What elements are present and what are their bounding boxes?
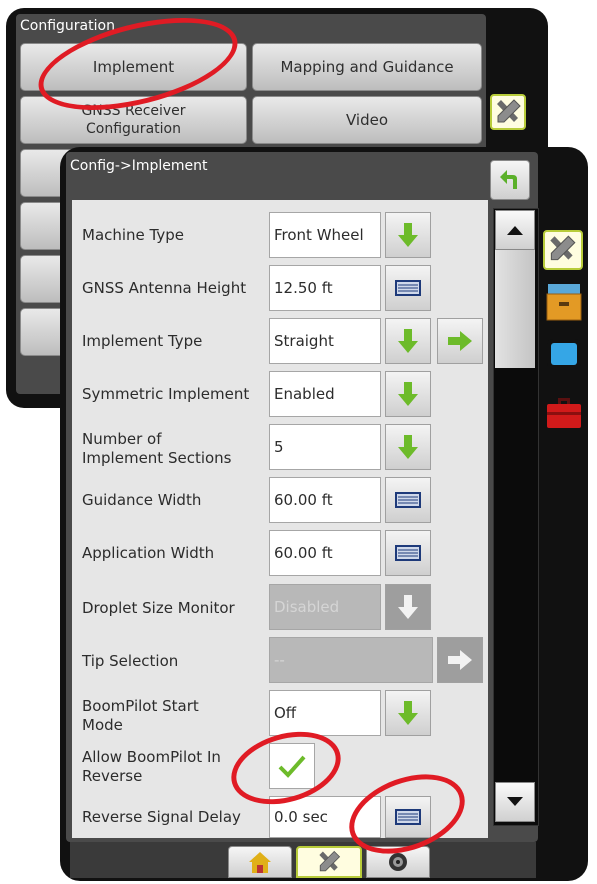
machine-type-value: Front Wheel	[269, 212, 381, 258]
home-icon	[249, 852, 271, 873]
down-arrow-icon	[398, 223, 418, 247]
boompilot-start-mode-value: Off	[269, 690, 381, 736]
scrollbar-thumb[interactable]	[495, 250, 535, 368]
tip-selection-label: Tip Selection	[82, 652, 179, 670]
machine-type-label: Machine Type	[82, 226, 185, 244]
allow-boompilot-reverse-label: Allow BoomPilot In Reverse	[82, 748, 221, 785]
configuration-title: Configuration	[20, 18, 115, 34]
drawer-tab[interactable]	[545, 282, 583, 322]
guidance-width-label: Guidance Width	[82, 491, 202, 509]
down-arrow-icon	[398, 701, 418, 725]
down-arrow-icon	[398, 435, 418, 459]
number-of-sections-value: 5	[269, 424, 381, 470]
tip-selection-value: --	[269, 637, 433, 683]
machine-type-dropdown[interactable]	[385, 212, 431, 258]
implement-type-dropdown[interactable]	[385, 318, 431, 364]
up-triangle-icon	[507, 226, 523, 235]
gnss-antenna-height-value: 12.50 ft	[269, 265, 381, 311]
droplet-size-monitor-value: Disabled	[269, 584, 381, 630]
number-of-sections-dropdown[interactable]	[385, 424, 431, 470]
symmetric-implement-dropdown[interactable]	[385, 371, 431, 417]
keyboard-icon	[395, 545, 421, 561]
down-arrow-icon	[398, 595, 418, 619]
down-arrow-icon	[398, 382, 418, 406]
guidance-width-value: 60.00 ft	[269, 477, 381, 523]
tools-icon	[550, 235, 576, 261]
tip-selection-next[interactable]	[437, 637, 483, 683]
display-icon	[547, 339, 581, 369]
camera-icon	[389, 853, 407, 871]
implement-type-label: Implement Type	[82, 332, 203, 350]
mapping-guidance-button[interactable]: Mapping and Guidance	[252, 43, 482, 91]
gnss-antenna-height-label: GNSS Antenna Height	[82, 279, 247, 297]
drawer-icon	[546, 284, 582, 321]
video-button[interactable]: Video	[252, 96, 482, 144]
application-width-value: 60.00 ft	[269, 530, 381, 576]
keyboard-icon	[395, 492, 421, 508]
implement-title: Config->Implement	[70, 158, 208, 174]
keyboard-icon	[395, 280, 421, 296]
gnss-antenna-height-keyboard[interactable]	[385, 265, 431, 311]
tools-tab[interactable]	[543, 230, 583, 270]
guidance-width-keyboard[interactable]	[385, 477, 431, 523]
scroll-up-button[interactable]	[495, 210, 535, 250]
symmetric-implement-label: Symmetric Implement	[82, 385, 250, 403]
toolbox-tab[interactable]	[545, 392, 583, 430]
scroll-down-button[interactable]	[495, 782, 535, 822]
tools-icon	[497, 99, 521, 123]
application-width-label: Application Width	[82, 544, 215, 562]
down-arrow-icon	[398, 329, 418, 353]
tools-icon	[319, 850, 341, 872]
home-tab[interactable]	[228, 846, 292, 878]
droplet-size-monitor-label: Droplet Size Monitor	[82, 599, 235, 617]
application-width-keyboard[interactable]	[385, 530, 431, 576]
boompilot-start-mode-dropdown[interactable]	[385, 690, 431, 736]
droplet-size-monitor-dropdown[interactable]	[385, 584, 431, 630]
back-arrow-icon	[500, 170, 517, 189]
tools-bottom-tab[interactable]	[296, 846, 362, 878]
implement-type-value: Straight	[269, 318, 381, 364]
display-tab[interactable]	[545, 336, 583, 372]
tools-tab-back[interactable]	[490, 94, 526, 130]
symmetric-implement-value: Enabled	[269, 371, 381, 417]
right-arrow-icon	[448, 650, 472, 670]
number-of-sections-label: Number of Implement Sections	[82, 430, 232, 467]
implement-type-next[interactable]	[437, 318, 483, 364]
boompilot-start-mode-label: BoomPilot Start Mode	[82, 697, 199, 734]
reverse-signal-delay-label: Reverse Signal Delay	[82, 808, 241, 826]
right-arrow-icon	[448, 331, 472, 351]
down-triangle-icon	[507, 797, 523, 806]
toolbox-icon	[547, 398, 581, 428]
back-button[interactable]	[490, 160, 530, 200]
